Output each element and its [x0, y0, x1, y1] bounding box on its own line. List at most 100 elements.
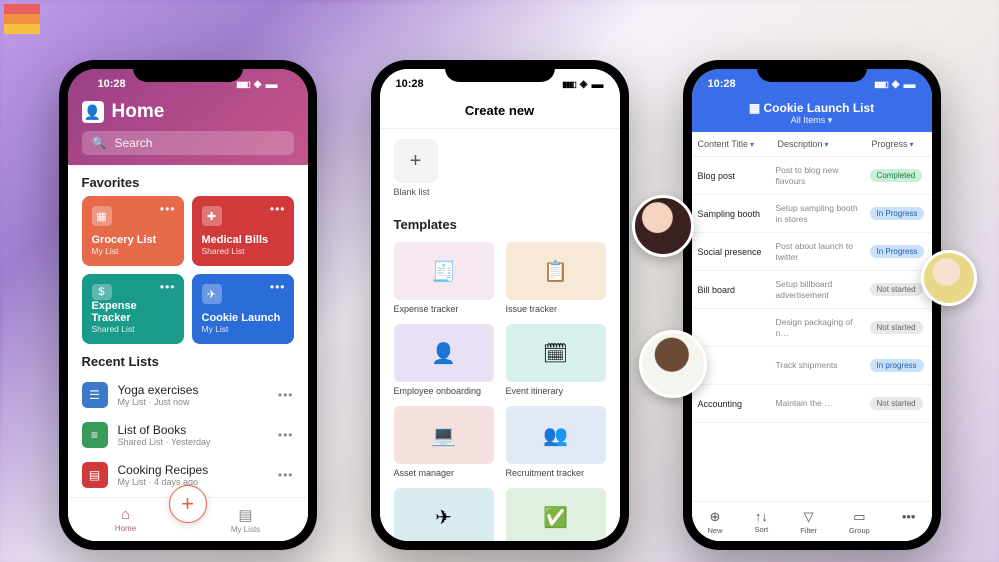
status-badge: Not started — [870, 321, 923, 334]
filter-button[interactable]: ▽Filter — [800, 509, 817, 535]
status-time: 10:28 — [98, 78, 126, 90]
template-card[interactable]: 👥 Recruitment tracker — [506, 406, 606, 478]
status-badge: In Progress — [870, 245, 925, 258]
battery-icon — [592, 77, 604, 91]
template-card[interactable]: 👤 Employee onboarding — [394, 324, 494, 396]
table-row[interactable]: Sampling booth Setup sampling booth in s… — [692, 195, 932, 233]
chevron-down-icon: ▾ — [828, 115, 833, 125]
template-card[interactable]: ✈ Travel requests — [394, 488, 494, 541]
chevron-down-icon: ▾ — [750, 140, 754, 149]
table-row[interactable]: Bill board Setup billboard advertisement… — [692, 271, 932, 309]
template-preview: 👥 — [506, 406, 606, 464]
search-input[interactable]: 🔍 Search — [82, 131, 294, 155]
table-row[interactable]: Accounting Maintain the … Not started — [692, 385, 932, 423]
wifi-icon — [580, 78, 588, 90]
more-button[interactable]: ••• — [902, 509, 916, 534]
table-row[interactable]: Social presence Post about launch to twi… — [692, 233, 932, 271]
cell-status: Not started — [866, 317, 932, 338]
sort-icon: ↑↓ — [755, 509, 768, 524]
table-row[interactable]: Design packaging of n… Not started — [692, 309, 932, 347]
column-header[interactable]: Description▾ — [772, 132, 866, 156]
collaborator-avatar — [632, 195, 694, 257]
more-icon[interactable]: ••• — [160, 280, 176, 294]
template-label: Issue tracker — [506, 304, 606, 314]
favorite-card[interactable]: ••• ▦ Grocery List My List — [82, 196, 184, 266]
cell-title — [692, 324, 772, 332]
page-title: Home — [112, 101, 165, 123]
template-card[interactable]: 🧾 Expense tracker — [394, 242, 494, 314]
lists-icon: ▤ — [238, 506, 252, 524]
phone-create-new: 10:28 Create new + Blank list Templates … — [371, 60, 629, 550]
tab-home[interactable]: ⌂Home — [115, 506, 136, 533]
template-label: Asset manager — [394, 468, 494, 478]
view-selector[interactable]: All Items ▾ — [692, 115, 932, 126]
notch — [133, 60, 243, 82]
template-label: Expense tracker — [394, 304, 494, 314]
cell-title: Bill board — [692, 281, 772, 299]
templates-heading: Templates — [394, 207, 606, 238]
table-row[interactable]: Track shipments In progress — [692, 347, 932, 385]
list-title: Cookie Launch — [202, 312, 284, 324]
template-card[interactable]: ✅ Work Progress Tracker — [506, 488, 606, 541]
battery-icon — [904, 77, 916, 91]
template-card[interactable]: 💻 Asset manager — [394, 406, 494, 478]
cell-title: Social presence — [692, 243, 772, 261]
page-title: Create new — [380, 99, 620, 128]
column-header[interactable]: Content Title▾ — [692, 132, 772, 156]
template-label: Event itinerary — [506, 386, 606, 396]
list-icon: ≡ — [82, 422, 108, 448]
template-preview: 📋 — [506, 242, 606, 300]
tab-my-lists[interactable]: ▤My Lists — [231, 506, 260, 534]
phone-home: 10:28 👤 Home 🔍 Search Favorites ••• ▦ Gr… — [59, 60, 317, 550]
column-headers: Content Title▾ Description▾ Progress▾ — [692, 132, 932, 157]
more-icon[interactable]: ••• — [160, 202, 176, 216]
more-icon[interactable]: ••• — [270, 280, 286, 294]
signal-icon — [874, 78, 888, 90]
status-badge: Not started — [870, 283, 923, 296]
phone-list-detail: 10:28 ▦ Cookie Launch List All Items ▾ C… — [683, 60, 941, 550]
cell-description: Setup sampling booth in stores — [772, 199, 866, 227]
more-icon[interactable]: ••• — [278, 428, 294, 442]
list-title: Medical Bills — [202, 234, 284, 246]
new-item-button[interactable]: ⊕New — [708, 509, 723, 535]
more-icon[interactable]: ••• — [278, 388, 294, 402]
list-icon: $ — [92, 284, 112, 300]
sort-button[interactable]: ↑↓Sort — [755, 509, 769, 534]
template-label: Employee onboarding — [394, 386, 494, 396]
list-subtitle: My List — [202, 324, 284, 334]
list-title: Expense Tracker — [92, 300, 174, 324]
status-time: 10:28 — [708, 78, 736, 90]
recent-list-item[interactable]: ☰ Yoga exercises My List · Just now ••• — [76, 375, 300, 415]
template-preview: 🗓 — [506, 324, 606, 382]
list-subtitle: My List · Just now — [118, 397, 268, 407]
favorite-card[interactable]: ••• ✈ Cookie Launch My List — [192, 274, 294, 344]
cell-status: In Progress — [866, 241, 932, 262]
column-header[interactable]: Progress▾ — [866, 132, 932, 156]
new-list-fab[interactable]: + — [169, 485, 207, 523]
group-icon: ▭ — [853, 509, 865, 525]
table-row[interactable]: Blog post Post to blog new flavours Comp… — [692, 157, 932, 195]
cell-status: Completed — [866, 165, 932, 186]
recent-list-item[interactable]: ≡ List of Books Shared List · Yesterday … — [76, 415, 300, 455]
template-card[interactable]: 🗓 Event itinerary — [506, 324, 606, 396]
cell-title: Blog post — [692, 167, 772, 185]
status-badge: In progress — [870, 359, 924, 372]
filter-icon: ▽ — [804, 509, 814, 525]
cell-description: Setup billboard advertisement — [772, 275, 866, 303]
cell-title: Sampling booth — [692, 205, 772, 223]
template-card[interactable]: 📋 Issue tracker — [506, 242, 606, 314]
list-subtitle: Shared List — [202, 246, 284, 256]
template-preview: 💻 — [394, 406, 494, 464]
more-icon[interactable]: ••• — [278, 468, 294, 482]
list-icon: ✚ — [202, 206, 222, 226]
group-button[interactable]: ▭Group — [849, 509, 870, 535]
blank-list-button[interactable]: + — [394, 139, 438, 183]
user-avatar[interactable]: 👤 — [82, 101, 104, 123]
favorite-card[interactable]: ••• ✚ Medical Bills Shared List — [192, 196, 294, 266]
favorite-card[interactable]: ••• $ Expense Tracker Shared List — [82, 274, 184, 344]
more-icon[interactable]: ••• — [270, 202, 286, 216]
list-title: Grocery List — [92, 234, 174, 246]
wifi-icon — [254, 78, 262, 90]
list-title: List of Books — [118, 423, 268, 437]
template-preview: 🧾 — [394, 242, 494, 300]
